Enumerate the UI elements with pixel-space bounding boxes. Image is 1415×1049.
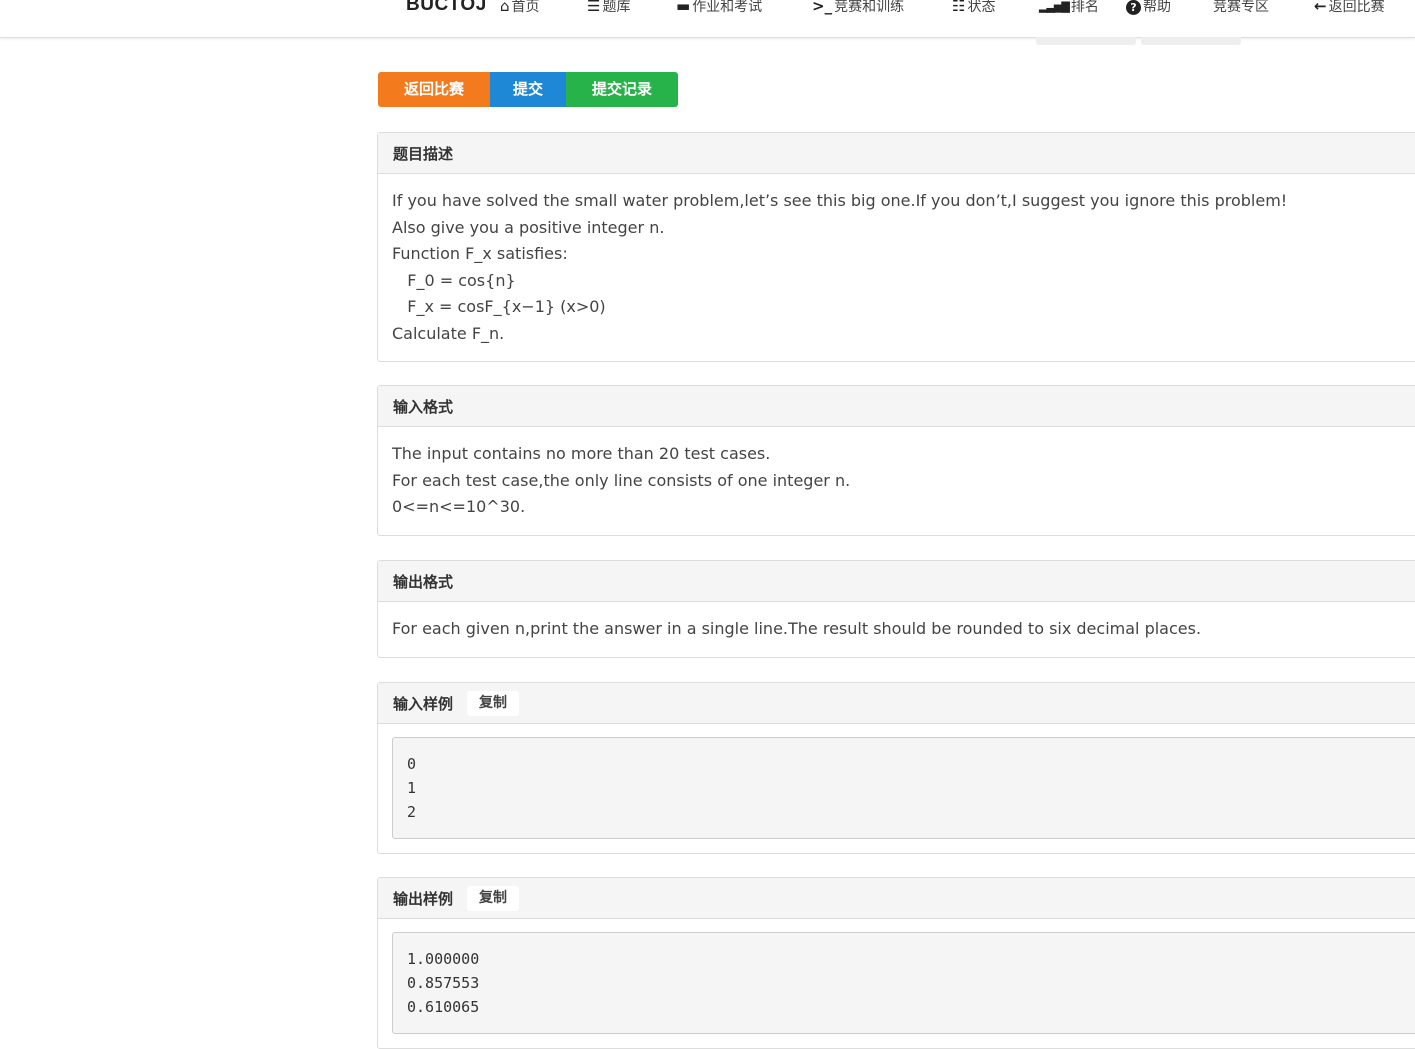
copy-sample-input-button[interactable]: 复制 — [467, 690, 520, 716]
back-to-contest-button[interactable]: 返回比赛 — [378, 72, 490, 107]
sample-output-code[interactable]: 1.000000 0.857553 0.610065 — [392, 932, 1415, 1034]
input-format-panel: 输入格式 The input contains no more than 20 … — [377, 385, 1415, 536]
description-line: Function F_x satisfies: — [392, 244, 568, 263]
description-title: 题目描述 — [393, 144, 454, 163]
arrow-left-icon: ← — [1314, 0, 1327, 15]
nav-contest-zone-label: 竞赛专区 — [1213, 0, 1269, 15]
nav-homework[interactable]: ▬ 作业和考试 — [676, 0, 762, 16]
nav-problemset-label: 题库 — [602, 0, 631, 15]
sample-output-panel: 输出样例 复制 1.000000 0.857553 0.610065 — [377, 877, 1415, 1049]
brand-logo[interactable]: BUCTOJ — [406, 0, 487, 16]
description-line: F_x = cosF_{x−1} (x>0) — [392, 297, 606, 316]
sample-input-code[interactable]: 0 1 2 — [392, 737, 1415, 839]
sample-input-panel: 输入样例 复制 0 1 2 — [377, 682, 1415, 854]
input-format-body: The input contains no more than 20 test … — [378, 427, 1415, 535]
description-panel: 题目描述 If you have solved the small water … — [377, 132, 1415, 362]
description-body: If you have solved the small water probl… — [378, 174, 1415, 361]
input-format-line: For each test case,the only line consist… — [392, 470, 851, 490]
nav-ranklist-label: 排名 — [1070, 0, 1099, 15]
input-format-panel-header: 输入格式 — [378, 386, 1415, 427]
sample-output-title: 输出样例 — [393, 889, 454, 908]
hidden-tab-left[interactable] — [1036, 37, 1136, 45]
description-panel-header: 题目描述 — [378, 133, 1415, 174]
description-line: Calculate F_n. — [392, 323, 505, 343]
output-format-body: For each given n,print the answer in a s… — [378, 602, 1415, 657]
nav-contests-label: 竞赛和训练 — [834, 0, 905, 15]
output-format-panel: 输出格式 For each given n,print the answer i… — [377, 560, 1415, 658]
sample-output-line: 0.610065 — [407, 998, 480, 1016]
submission-records-button[interactable]: 提交记录 — [566, 72, 678, 107]
nav-contest-zone[interactable]: 竞赛专区 — [1213, 0, 1269, 16]
sample-output-line: 1.000000 — [407, 950, 480, 968]
nav-back-to-contest[interactable]: ← 返回比赛 — [1314, 0, 1385, 16]
nav-help-label: 帮助 — [1143, 0, 1171, 15]
list-icon: ☰ — [587, 0, 601, 15]
input-format-title: 输入格式 — [393, 397, 454, 416]
output-format-panel-header: 输出格式 — [378, 561, 1415, 602]
description-line: F_0 = cos{n} — [392, 270, 516, 290]
nav-homework-label: 作业和考试 — [692, 0, 763, 15]
top-navbar: BUCTOJ ⌂ 首页 ☰ 题库 ▬ 作业和考试 >_ 竞赛和训练 ☷ 状态 ▂… — [0, 0, 1415, 38]
home-icon: ⌂ — [500, 0, 510, 15]
sample-input-panel-header: 输入样例 复制 — [378, 683, 1415, 724]
sample-input-line: 1 — [407, 779, 417, 797]
sample-output-panel-header: 输出样例 复制 — [378, 878, 1415, 919]
sample-output-line: 0.857553 — [407, 974, 480, 992]
book-icon: ▬ — [676, 0, 691, 15]
nav-home[interactable]: ⌂ 首页 — [500, 0, 540, 16]
nav-contests[interactable]: >_ 竞赛和训练 — [812, 0, 904, 16]
sample-input-line: 0 — [407, 755, 417, 773]
submit-button[interactable]: 提交 — [490, 72, 566, 107]
nav-ranklist[interactable]: ▂▃▅▇ 排名 — [1039, 0, 1099, 16]
nav-home-label: 首页 — [511, 0, 540, 15]
input-format-line: The input contains no more than 20 test … — [392, 444, 771, 463]
status-list-icon: ☷ — [952, 0, 966, 15]
question-circle-icon: ? — [1126, 0, 1141, 15]
input-format-line: 0<=n<=10^30. — [392, 497, 526, 516]
description-line: If you have solved the small water probl… — [392, 191, 1288, 210]
nav-back-to-contest-label: 返回比赛 — [1328, 0, 1385, 15]
nav-problemset[interactable]: ☰ 题库 — [587, 0, 630, 16]
output-format-title: 输出格式 — [393, 572, 454, 591]
sample-input-title: 输入样例 — [393, 694, 454, 713]
sample-input-line: 2 — [407, 803, 417, 821]
description-line: Also give you a positive integer n. — [392, 217, 665, 237]
nav-help[interactable]: ? 帮助 — [1126, 0, 1171, 16]
nav-status[interactable]: ☷ 状态 — [952, 0, 995, 16]
hidden-tab-right[interactable] — [1141, 37, 1241, 45]
copy-sample-output-button[interactable]: 复制 — [467, 885, 520, 911]
nav-status-label: 状态 — [967, 0, 996, 15]
terminal-icon: >_ — [812, 0, 833, 15]
problem-action-buttons: 返回比赛 提交 提交记录 — [378, 72, 678, 107]
output-format-line: For each given n,print the answer in a s… — [392, 619, 1202, 638]
bar-chart-icon: ▂▃▅▇ — [1039, 0, 1070, 13]
